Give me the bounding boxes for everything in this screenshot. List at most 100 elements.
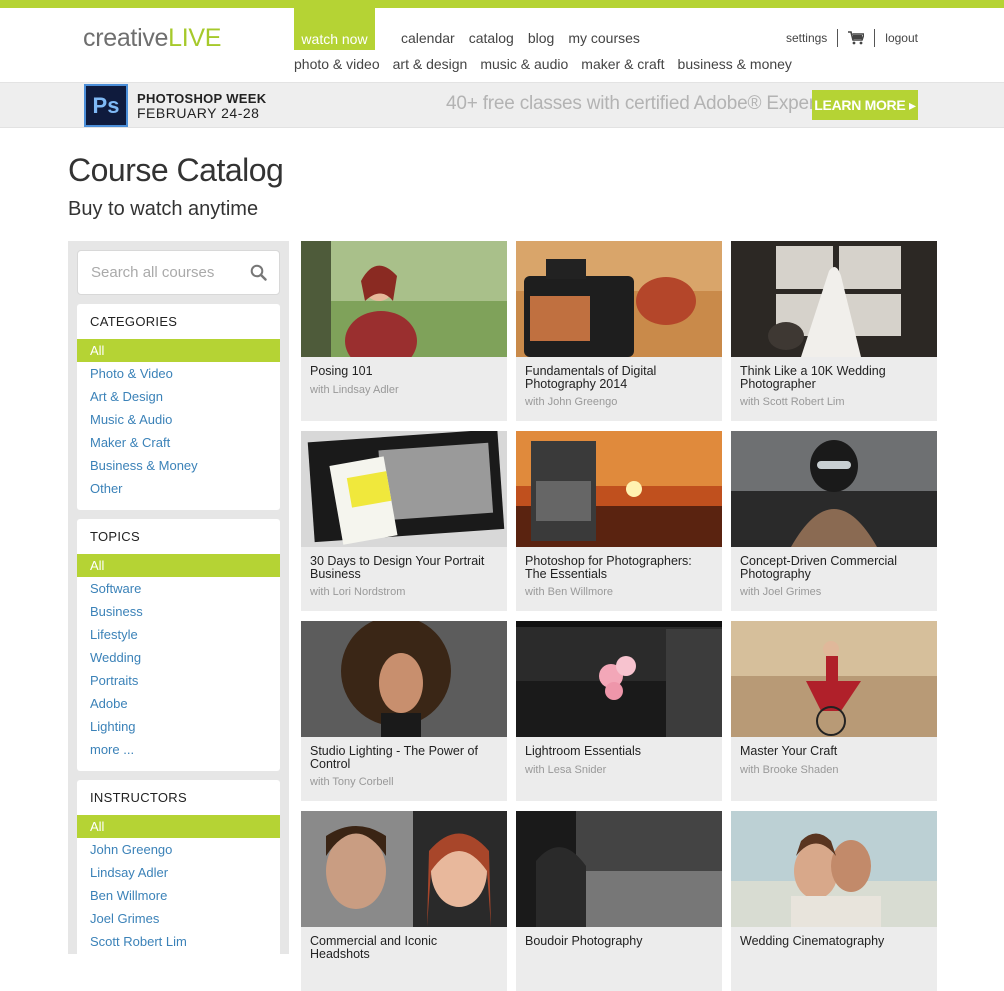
categories-heading: CATEGORIES	[90, 314, 178, 329]
settings-link[interactable]: settings	[786, 31, 827, 45]
course-title: Posing 101	[310, 364, 373, 378]
course-thumbnail	[301, 241, 507, 357]
category-nav: photo & video art & design music & audio…	[294, 56, 805, 72]
nav-blog[interactable]: blog	[528, 30, 554, 46]
topic-item-portraits[interactable]: Portraits	[77, 669, 280, 692]
filter-sidebar: CATEGORIES All Photo & Video Art & Desig…	[68, 241, 289, 963]
course-card[interactable]: Think Like a 10K Wedding Photographer wi…	[731, 241, 937, 421]
topic-item-lighting[interactable]: Lighting	[77, 715, 280, 738]
topics-heading: TOPICS	[90, 529, 140, 544]
course-title: Studio Lighting - The Power of Control	[310, 744, 478, 771]
watch-now-button[interactable]: watch now	[294, 8, 375, 50]
category-item-all[interactable]: All	[77, 339, 280, 362]
category-item-music-audio[interactable]: Music & Audio	[77, 408, 280, 431]
divider	[874, 29, 876, 47]
nav-catalog[interactable]: catalog	[469, 30, 514, 46]
course-thumbnail	[516, 241, 722, 357]
topic-item-lifestyle[interactable]: Lifestyle	[77, 623, 280, 646]
instructor-item-lindsay-adler[interactable]: Lindsay Adler	[77, 861, 280, 884]
logout-link[interactable]: logout	[885, 31, 918, 45]
course-card[interactable]: Concept-Driven Commercial Photography wi…	[731, 431, 937, 611]
course-card[interactable]: Posing 101 with Lindsay Adler	[301, 241, 507, 421]
instructor-item-john-greengo[interactable]: John Greengo	[77, 838, 280, 861]
divider	[837, 29, 839, 47]
course-title: Think Like a 10K Wedding Photographer	[740, 364, 886, 391]
course-title: Fundamentals of Digital Photography 2014	[525, 364, 657, 391]
course-title: Photoshop for Photographers: The Essenti…	[525, 554, 692, 581]
nav-business-money[interactable]: business & money	[678, 56, 792, 72]
course-title: Master Your Craft	[740, 744, 838, 758]
course-title: 30 Days to Design Your Portrait Business	[310, 554, 485, 581]
instructor-item-all[interactable]: All	[77, 815, 280, 838]
course-thumbnail	[301, 811, 507, 927]
topic-item-wedding[interactable]: Wedding	[77, 646, 280, 669]
course-instructor: with Brooke Shaden	[740, 763, 839, 776]
course-title: Concept-Driven Commercial Photography	[740, 554, 897, 581]
instructor-item-ben-willmore[interactable]: Ben Willmore	[77, 884, 280, 907]
search-input[interactable]	[78, 251, 238, 294]
category-item-business-money[interactable]: Business & Money	[77, 454, 280, 477]
course-instructor: with Lori Nordstrom	[310, 586, 406, 598]
course-thumbnail	[731, 811, 937, 927]
event-info: PHOTOSHOP WEEK FEBRUARY 24-28	[137, 91, 267, 121]
topic-item-more[interactable]: more ...	[77, 738, 280, 761]
topic-item-all[interactable]: All	[77, 554, 280, 577]
cart-icon[interactable]	[848, 31, 866, 45]
course-thumbnail	[516, 621, 722, 737]
course-card[interactable]: 30 Days to Design Your Portrait Business…	[301, 431, 507, 611]
event-dates: FEBRUARY 24-28	[137, 105, 260, 121]
course-card[interactable]: Commercial and Iconic Headshots	[301, 811, 507, 991]
course-instructor: with Joel Grimes	[740, 586, 822, 598]
course-title: Commercial and Iconic Headshots	[310, 934, 438, 961]
course-card[interactable]: Wedding Cinematography	[731, 811, 937, 991]
course-card[interactable]: Fundamentals of Digital Photography 2014…	[516, 241, 722, 421]
course-instructor: with Tony Corbell	[310, 776, 394, 788]
course-card[interactable]: Studio Lighting - The Power of Control w…	[301, 621, 507, 801]
learn-more-button[interactable]: LEARN MORE ▸	[812, 90, 918, 120]
promo-text: 40+ free classes with certified Adobe® E…	[446, 93, 830, 114]
course-card[interactable]: Master Your Craft with Brooke Shaden	[731, 621, 937, 801]
nav-maker-craft[interactable]: maker & craft	[581, 56, 664, 72]
topics-panel: TOPICS All Software Business Lifestyle W…	[77, 519, 280, 771]
course-card[interactable]: Boudoir Photography	[516, 811, 722, 991]
instructors-heading: INSTRUCTORS	[90, 790, 187, 805]
category-item-maker-craft[interactable]: Maker & Craft	[77, 431, 280, 454]
promo-banner[interactable]: Ps PHOTOSHOP WEEK FEBRUARY 24-28 40+ fre…	[0, 83, 1004, 128]
photoshop-icon: Ps	[84, 84, 128, 127]
nav-art-design[interactable]: art & design	[393, 56, 468, 72]
nav-my-courses[interactable]: my courses	[568, 30, 640, 46]
course-card[interactable]: Photoshop for Photographers: The Essenti…	[516, 431, 722, 611]
instructor-item-joel-grimes[interactable]: Joel Grimes	[77, 907, 280, 930]
search-icon[interactable]	[250, 264, 267, 286]
course-card[interactable]: Lightroom Essentials with Lesa Snider	[516, 621, 722, 801]
category-item-art-design[interactable]: Art & Design	[77, 385, 280, 408]
page-subtitle: Buy to watch anytime	[68, 198, 259, 220]
category-item-other[interactable]: Other	[77, 477, 280, 500]
nav-calendar[interactable]: calendar	[401, 30, 455, 46]
course-instructor: with John Greengo	[525, 396, 618, 408]
topic-item-software[interactable]: Software	[77, 577, 280, 600]
nav-photo-video[interactable]: photo & video	[294, 56, 380, 72]
topic-item-adobe[interactable]: Adobe	[77, 692, 280, 715]
course-title: Boudoir Photography	[525, 934, 643, 948]
course-instructor	[731, 948, 937, 954]
course-thumbnail	[731, 621, 937, 737]
course-thumbnail	[516, 811, 722, 927]
site-logo[interactable]: creativeLIVE	[83, 24, 221, 53]
utility-nav: settings logout	[786, 29, 918, 47]
topic-item-business[interactable]: Business	[77, 600, 280, 623]
category-item-photo-video[interactable]: Photo & Video	[77, 362, 280, 385]
course-thumbnail	[301, 621, 507, 737]
course-thumbnail	[731, 431, 937, 547]
course-title: Lightroom Essentials	[525, 744, 642, 758]
course-title: Wedding Cinematography	[740, 934, 885, 948]
instructors-panel: INSTRUCTORS All John Greengo Lindsay Adl…	[77, 780, 280, 963]
course-instructor: with Scott Robert Lim	[740, 396, 845, 408]
top-accent-bar	[0, 0, 1004, 8]
event-title: PHOTOSHOP WEEK	[137, 91, 267, 106]
search-box	[77, 250, 280, 295]
course-instructor: with Lindsay Adler	[310, 383, 399, 396]
nav-music-audio[interactable]: music & audio	[480, 56, 568, 72]
instructor-item-scott-robert-lim[interactable]: Scott Robert Lim	[77, 930, 280, 953]
course-instructor	[301, 960, 507, 966]
